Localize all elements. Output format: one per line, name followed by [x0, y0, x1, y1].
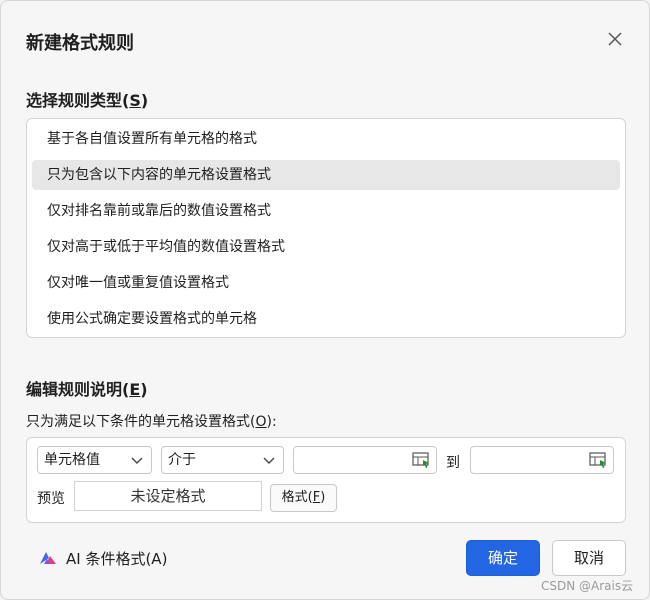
rule-type-list: 基于各自值设置所有单元格的格式 只为包含以下内容的单元格设置格式 仅对排名靠前或… [26, 118, 626, 338]
rule-type-item[interactable]: 仅对排名靠前或靠后的数值设置格式 [32, 196, 620, 226]
field-select[interactable]: 单元格值 [37, 446, 152, 474]
rule-type-item[interactable]: 使用公式确定要设置格式的单元格 [32, 304, 620, 334]
preview-label: 预览 [37, 491, 65, 507]
rule-type-item[interactable]: 仅对唯一值或重复值设置格式 [32, 268, 620, 298]
max-value-input[interactable] [470, 446, 614, 474]
watermark: CSDN @Arais云 [541, 579, 634, 593]
range-to-label: 到 [446, 455, 460, 471]
rule-type-heading: 选择规则类型(S) [26, 91, 149, 110]
cancel-button[interactable]: 取消 [552, 540, 626, 576]
condition-panel: 单元格值 介于 到 预览 未设定格式 格式(F) [26, 437, 626, 523]
preview-box: 未设定格式 [74, 481, 262, 511]
rule-desc-heading: 编辑规则说明(E) [26, 380, 148, 399]
operator-select[interactable]: 介于 [161, 446, 284, 474]
dialog-title: 新建格式规则 [26, 33, 134, 54]
field-select-value: 单元格值 [44, 452, 100, 468]
rule-type-item-selected[interactable]: 只为包含以下内容的单元格设置格式 [32, 160, 620, 190]
chevron-down-icon [131, 457, 143, 464]
ai-conditional-format-link[interactable]: AI 条件格式(A) [38, 547, 167, 569]
cell-reference-icon[interactable] [412, 452, 430, 469]
rule-type-item[interactable]: 基于各自值设置所有单元格的格式 [32, 124, 620, 154]
rule-type-item[interactable]: 仅对高于或低于平均值的数值设置格式 [32, 232, 620, 262]
ok-button[interactable]: 确定 [466, 540, 540, 576]
new-format-rule-dialog: 新建格式规则 选择规则类型(S) 基于各自值设置所有单元格的格式 只为包含以下内… [0, 0, 650, 600]
format-button[interactable]: 格式(F) [270, 484, 337, 512]
cell-reference-icon[interactable] [589, 452, 607, 469]
ai-conditional-format-label: AI 条件格式(A) [66, 549, 168, 568]
min-value-input[interactable] [293, 446, 437, 474]
operator-select-value: 介于 [168, 452, 196, 468]
chevron-down-icon [263, 457, 275, 464]
close-icon[interactable] [605, 29, 625, 49]
ai-logo-icon [40, 552, 56, 564]
condition-label: 只为满足以下条件的单元格设置格式(O): [26, 414, 277, 430]
